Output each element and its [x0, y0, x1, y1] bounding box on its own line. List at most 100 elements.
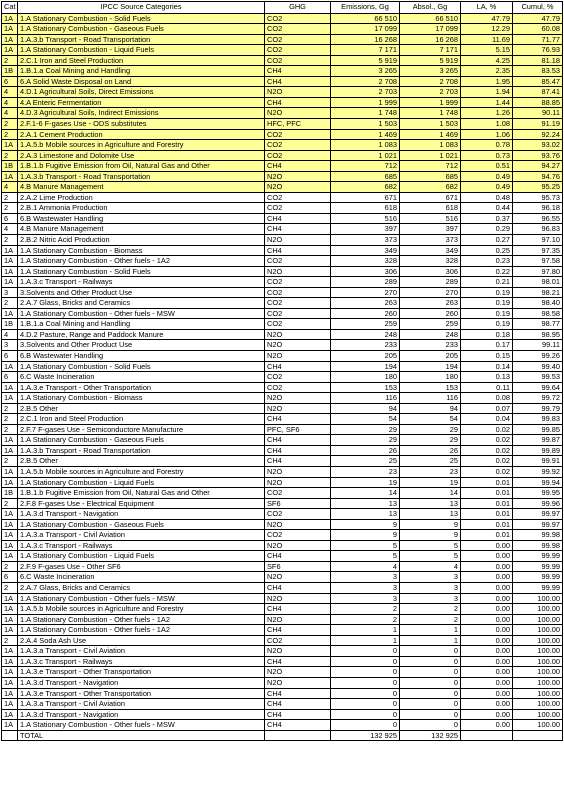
- table-row: 1A 1.A Stationary Combustion - Gaseous Fu…: [1, 434, 563, 446]
- table-row: 6 6.C Waste Incineration CO2 180 180 0.13 99.5…: [1, 371, 563, 383]
- category-cell: 1.A Stationary Combustion - Biomass: [17, 244, 265, 257]
- ghg-cell: CO2: [264, 381, 331, 394]
- absol-cell: 2: [399, 613, 461, 626]
- ghg-cell: CO2: [264, 202, 331, 214]
- la-cell: 0.23: [460, 255, 513, 267]
- cat-cell: 6: [1, 371, 18, 383]
- cumul-cell: 99.96: [512, 497, 563, 510]
- category-cell: 4.B Manure Management: [17, 181, 265, 193]
- absol-cell: 26: [399, 444, 461, 457]
- absol-cell: 23: [399, 466, 461, 478]
- total-absol: 132 925: [399, 729, 461, 742]
- ghg-cell: CH4: [264, 698, 331, 710]
- cumul-cell: 99.11: [512, 339, 563, 351]
- category-cell: 6.A Solid Waste Disposal on Land: [17, 75, 265, 88]
- absol-cell: 54: [399, 413, 461, 425]
- absol-cell: 516: [399, 212, 461, 225]
- absol-cell: 9: [399, 529, 461, 541]
- table-row: 1A 1.A.3.b Transport - Road Transportatio…: [1, 444, 563, 457]
- category-cell: 1.A Stationary Combustion - Liquid Fuels: [17, 44, 265, 56]
- la-cell: 0.08: [460, 392, 513, 404]
- category-cell: 1.A.3.c Transport - Railways: [17, 276, 265, 288]
- absol-cell: 13: [399, 508, 461, 520]
- cat-cell: 2: [1, 191, 18, 204]
- category-cell: 2.A.2 Lime Production: [17, 191, 265, 204]
- absol-cell: 19: [399, 476, 461, 489]
- emissions-cell: 23: [330, 466, 400, 478]
- table-row: 1A 1.A.3.c Transport - Railways CO2 289 289 0…: [1, 276, 563, 288]
- emissions-cell: 671: [330, 191, 400, 204]
- cat-cell: 1A: [1, 360, 18, 373]
- table-row: 4 4.B Manure Management N2O 682 682 0.49 95.25: [1, 181, 563, 193]
- total-emissions: 132 925: [330, 729, 400, 742]
- emissions-cell: 3 265: [330, 65, 400, 77]
- emissions-cell: 0: [330, 676, 400, 689]
- la-cell: 0.00: [460, 603, 513, 615]
- emissions-cell: 17 099: [330, 23, 400, 35]
- absol-cell: 116: [399, 392, 461, 404]
- category-cell: 1.A Stationary Combustion - Gaseous Fuel…: [17, 518, 265, 531]
- table-row: 4 4.D.2 Pasture, Range and Paddock Manure…: [1, 328, 563, 341]
- emissions-cell: 259: [330, 318, 400, 330]
- ghg-cell: CO2: [264, 307, 331, 320]
- table-row: 6 6.C Waste Incineration N2O 3 3 0.00 99.99: [1, 571, 563, 584]
- emissions-cell: 516: [330, 212, 400, 225]
- emissions-cell: 7 171: [330, 44, 400, 56]
- table-row: 2 2.F.8 F-gases Use - Electrical Equipmen…: [1, 497, 563, 510]
- cumul-cell: 99.91: [512, 455, 563, 467]
- la-cell: 0.00: [460, 634, 513, 647]
- table-row: 1A 1.A.5.b Mobile sources in Agriculture …: [1, 466, 563, 478]
- absol-cell: 180: [399, 371, 461, 383]
- la-cell: 0.18: [460, 328, 513, 341]
- category-cell: 3.Solvents and Other Product Use: [17, 286, 265, 299]
- absol-cell: 1: [399, 634, 461, 647]
- category-cell: 1.A Stationary Combustion - Other fuels …: [17, 255, 265, 267]
- ghg-cell: CO2: [264, 529, 331, 541]
- cumul-cell: 94.76: [512, 170, 563, 183]
- la-cell: 0.00: [460, 560, 513, 573]
- absol-cell: 712: [399, 160, 461, 172]
- category-cell: 1.A.5.b Mobile sources in Agriculture an…: [17, 603, 265, 615]
- absol-cell: 349: [399, 244, 461, 257]
- absol-cell: 260: [399, 307, 461, 320]
- emissions-cell: 5: [330, 550, 400, 562]
- cat-cell: 1A: [1, 12, 18, 25]
- table-row: 2 2.F.7 F-gases Use - Semiconductore Manu…: [1, 423, 563, 436]
- table-row: 6 6.A Solid Waste Disposal on Land CH4 2 70…: [1, 75, 563, 88]
- category-cell: 1.A.3.b Transport - Road Transportation: [17, 33, 265, 46]
- table-row: 1A 1.A Stationary Combustion - Other fuel…: [1, 613, 563, 626]
- la-cell: 0.78: [460, 139, 513, 151]
- category-cell: 1.A.3.d Transport - Navigation: [17, 708, 265, 721]
- cumul-cell: 99.40: [512, 360, 563, 373]
- la-cell: 47.79: [460, 12, 513, 25]
- cumul-cell: 100.00: [512, 719, 563, 731]
- cumul-cell: 100.00: [512, 613, 563, 626]
- total-ghg-cell: [264, 729, 331, 742]
- category-cell: 2.F.8 F-gases Use - Electrical Equipment: [17, 497, 265, 510]
- table-row: 2 2.A.7 Glass, Bricks and Ceramics CH4 3 3 0.…: [1, 582, 563, 594]
- ghg-cell: N2O: [264, 592, 331, 605]
- cumul-cell: 99.98: [512, 539, 563, 552]
- ghg-cell: N2O: [264, 402, 331, 415]
- absol-cell: 2: [399, 603, 461, 615]
- absol-cell: 259: [399, 318, 461, 330]
- absol-cell: 0: [399, 676, 461, 689]
- cat-cell: 1A: [1, 44, 18, 56]
- table-row: 2 2.A.3 Limestone and Dolomite Use CO2 1 02…: [1, 149, 563, 162]
- cat-cell: 2: [1, 634, 18, 647]
- cat-cell: 1A: [1, 255, 18, 267]
- absol-cell: 1 469: [399, 128, 461, 141]
- la-cell: 11.69: [460, 33, 513, 46]
- table-row: 1A 1.A.3.a Transport - Civil Aviation CO2 9…: [1, 529, 563, 541]
- category-cell: 2.F.1-6 F-gases Use - ODS substitutes: [17, 117, 265, 130]
- cat-cell: 1A: [1, 518, 18, 531]
- cumul-cell: 100.00: [512, 603, 563, 615]
- absol-cell: 4: [399, 560, 461, 573]
- ghg-cell: N2O: [264, 676, 331, 689]
- table-row: 1A 1.A Stationary Combustion - Solid Fuel…: [1, 12, 563, 25]
- ghg-cell: PFC, SF6: [264, 423, 331, 436]
- ghg-cell: CH4: [264, 160, 331, 172]
- emissions-cell: 1 999: [330, 96, 400, 109]
- cumul-cell: 91.19: [512, 117, 563, 130]
- la-cell: 1.08: [460, 117, 513, 130]
